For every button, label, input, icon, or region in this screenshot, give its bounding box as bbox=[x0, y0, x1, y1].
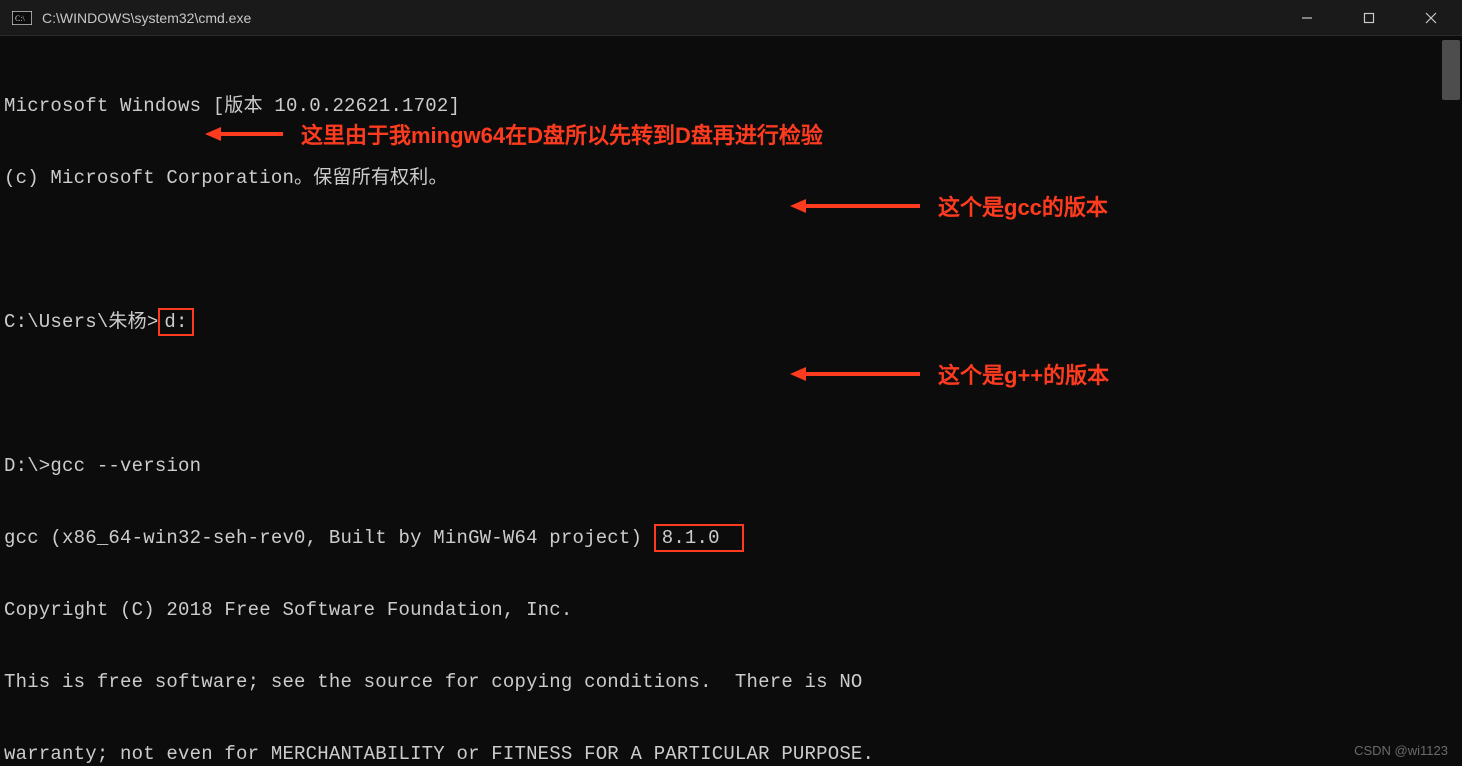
watermark: CSDN @wi1123 bbox=[1354, 743, 1448, 758]
output-text: gcc (x86_64-win32-seh-rev0, Built by Min… bbox=[4, 527, 654, 549]
annotation: 这个是gcc的版本 bbox=[790, 190, 1108, 222]
prompt: C:\Users\朱杨> bbox=[4, 311, 158, 333]
window-titlebar: C:\ C:\WINDOWS\system32\cmd.exe bbox=[0, 0, 1462, 36]
terminal-line: warranty; not even for MERCHANTABILITY o… bbox=[4, 742, 1462, 766]
annotation: 这里由于我mingw64在D盘所以先转到D盘再进行检验 bbox=[205, 118, 823, 150]
window-controls bbox=[1276, 0, 1462, 35]
minimize-button[interactable] bbox=[1276, 0, 1338, 36]
close-button[interactable] bbox=[1400, 0, 1462, 36]
svg-text:C:\: C:\ bbox=[15, 14, 26, 23]
terminal-line: D:\>gcc --version bbox=[4, 454, 1462, 478]
arrow-left-icon bbox=[205, 125, 283, 143]
window-title: C:\WINDOWS\system32\cmd.exe bbox=[42, 10, 1276, 26]
annotation-text: 这里由于我mingw64在D盘所以先转到D盘再进行检验 bbox=[301, 118, 823, 150]
terminal-line: Copyright (C) 2018 Free Software Foundat… bbox=[4, 598, 1462, 622]
terminal-line: gcc (x86_64-win32-seh-rev0, Built by Min… bbox=[4, 526, 1462, 550]
annotation-text: 这个是gcc的版本 bbox=[938, 190, 1108, 222]
prompt: D:\> bbox=[4, 455, 50, 477]
command: gcc --version bbox=[50, 455, 201, 477]
terminal-line: This is free software; see the source fo… bbox=[4, 670, 1462, 694]
terminal-line: (c) Microsoft Corporation。保留所有权利。 bbox=[4, 166, 1462, 190]
arrow-left-icon bbox=[790, 197, 920, 215]
terminal-line bbox=[4, 382, 1462, 406]
cmd-icon: C:\ bbox=[12, 10, 32, 26]
annotation-text: 这个是g++的版本 bbox=[938, 358, 1109, 390]
terminal-line: C:\Users\朱杨>d: bbox=[4, 310, 1462, 334]
highlighted-version: 8.1.0 bbox=[654, 524, 744, 552]
highlighted-command: d: bbox=[158, 308, 193, 336]
annotation: 这个是g++的版本 bbox=[790, 358, 1109, 390]
terminal-line bbox=[4, 238, 1462, 262]
terminal-line: Microsoft Windows [版本 10.0.22621.1702] bbox=[4, 94, 1462, 118]
scrollbar-thumb[interactable] bbox=[1442, 40, 1460, 100]
arrow-left-icon bbox=[790, 365, 920, 383]
maximize-button[interactable] bbox=[1338, 0, 1400, 36]
